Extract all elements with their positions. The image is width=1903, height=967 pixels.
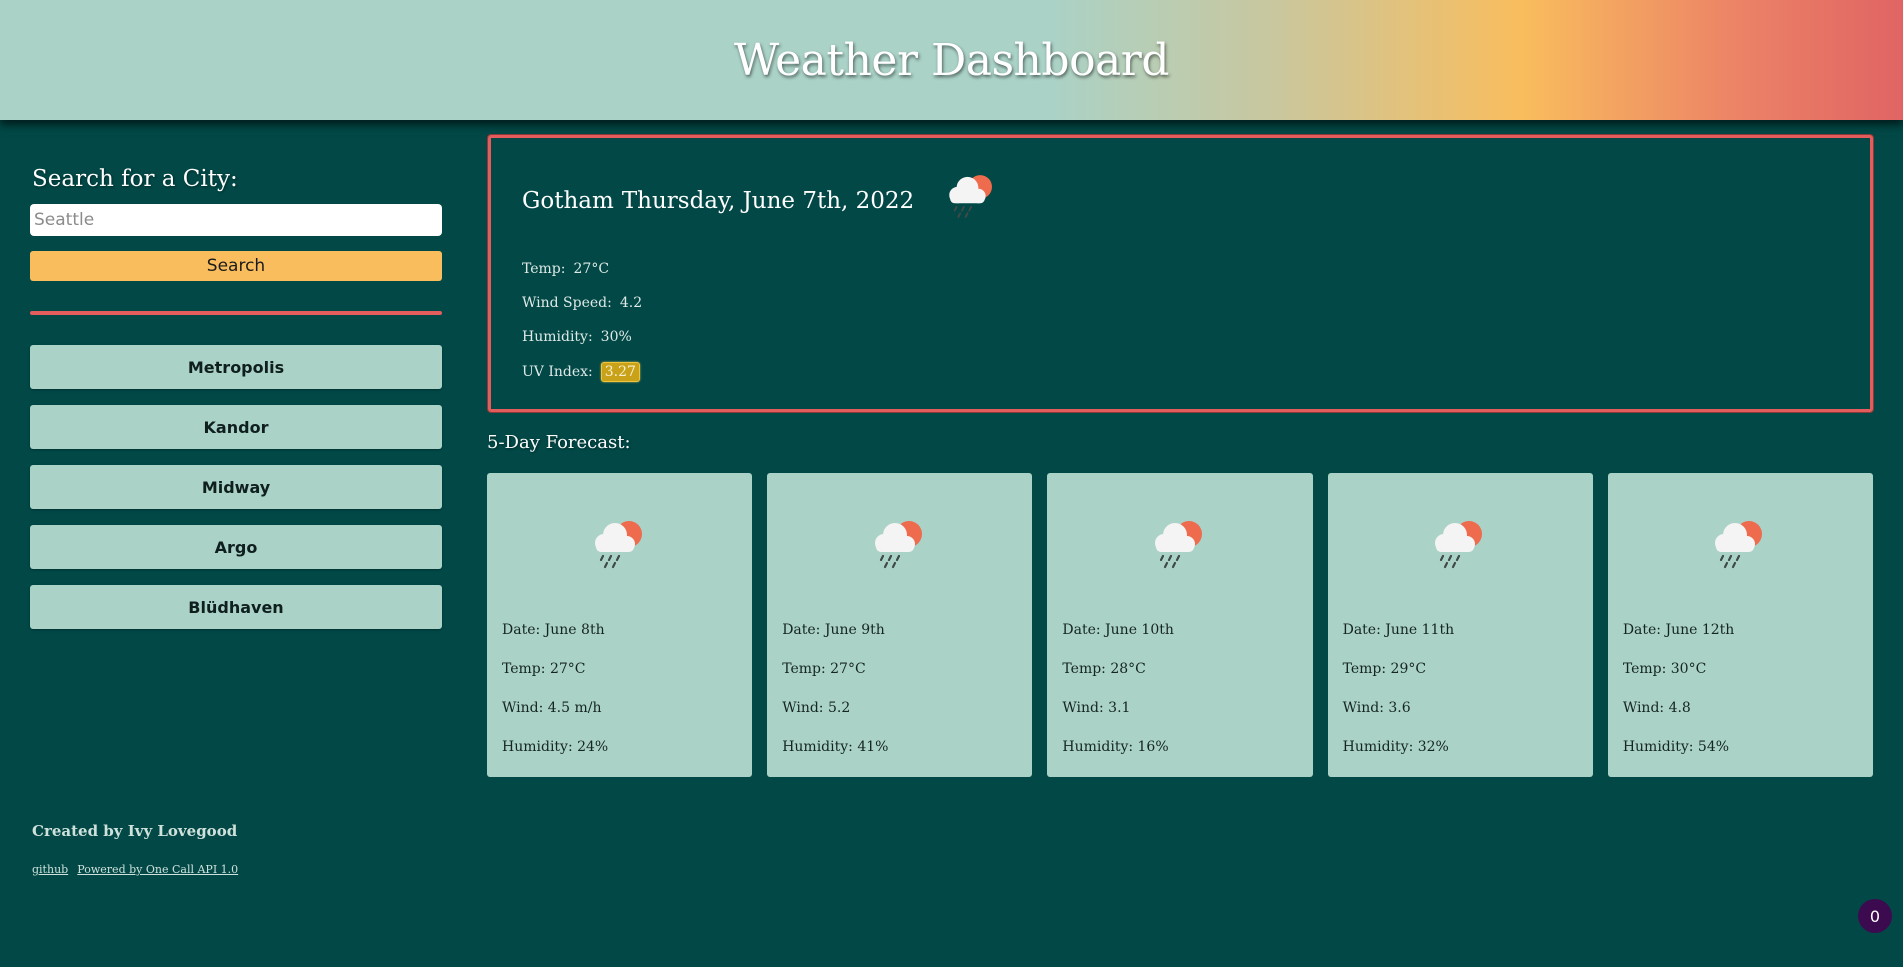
humidity-value: 30% xyxy=(600,329,632,345)
search-heading: Search for a City: xyxy=(32,166,238,192)
site-title: Weather Dashboard xyxy=(733,34,1170,86)
search-sidebar: Search for a City: Search Metropolis Kan… xyxy=(30,160,442,645)
forecast-wind: Wind: 5.2 xyxy=(782,700,851,716)
site-header: Weather Dashboard xyxy=(0,0,1903,120)
history-city-button[interactable]: Blüdhaven xyxy=(30,585,442,629)
github-link[interactable]: github xyxy=(32,863,68,876)
forecast-temp: Temp: 30°C xyxy=(1622,661,1707,677)
temp-label: Temp: xyxy=(522,261,566,277)
history-city-button[interactable]: Kandor xyxy=(30,405,442,449)
history-city-button[interactable]: Midway xyxy=(30,465,442,509)
humidity-label: Humidity: xyxy=(522,329,593,345)
current-weather-panel: Gotham Thursday, June 7th, 2022 Temp: 27°… xyxy=(488,135,1873,412)
forecast-wind: Wind: 4.5 m/h xyxy=(502,700,602,716)
forecast-humidity: Humidity: 54% xyxy=(1622,739,1730,755)
wind-label: Wind Speed: xyxy=(522,295,612,311)
rain-cloud-sun-icon xyxy=(867,515,933,577)
forecast-wind: Wind: 3.6 xyxy=(1342,700,1411,716)
forecast-card: Date: June 10th Temp: 28°C Wind: 3.1 Hum… xyxy=(1047,473,1313,777)
current-city: Gotham xyxy=(522,188,614,214)
footer-credit: Created by Ivy Lovegood xyxy=(32,822,238,840)
forecast-card: Date: June 8th Temp: 27°C Wind: 4.5 m/h … xyxy=(487,473,753,777)
uv-label: UV Index: xyxy=(522,364,593,380)
forecast-card: Date: June 12th Temp: 30°C Wind: 4.8 Hum… xyxy=(1607,473,1874,777)
notification-badge[interactable]: 0 xyxy=(1858,899,1892,933)
forecast-temp: Temp: 28°C xyxy=(1062,661,1146,677)
forecast-wind: Wind: 4.8 xyxy=(1622,700,1691,716)
uv-index-badge: 3.27 xyxy=(600,362,640,382)
rain-cloud-sun-icon xyxy=(1147,515,1213,577)
forecast-heading: 5-Day Forecast: xyxy=(487,432,631,453)
current-temp: Temp: 27°C xyxy=(522,261,609,277)
history-city-button[interactable]: Metropolis xyxy=(30,345,442,389)
wind-value: 4.2 xyxy=(619,295,643,311)
history-city-button[interactable]: Argo xyxy=(30,525,442,569)
api-credit-link[interactable]: Powered by One Call API 1.0 xyxy=(77,863,238,876)
forecast-date: Date: June 11th xyxy=(1342,622,1455,638)
forecast-card: Date: June 11th Temp: 29°C Wind: 3.6 Hum… xyxy=(1327,473,1593,777)
city-search-input[interactable] xyxy=(30,204,442,236)
site-footer: Created by Ivy Lovegood github Powered b… xyxy=(32,822,242,877)
footer-links: github Powered by One Call API 1.0 xyxy=(32,858,242,877)
sidebar-divider xyxy=(30,311,442,315)
forecast-date: Date: June 12th xyxy=(1622,622,1735,638)
forecast-temp: Temp: 27°C xyxy=(782,661,866,677)
search-button[interactable]: Search xyxy=(30,251,442,281)
forecast-date: Date: June 10th xyxy=(1062,622,1174,638)
forecast-humidity: Humidity: 24% xyxy=(502,739,609,755)
forecast-humidity: Humidity: 32% xyxy=(1342,739,1449,755)
rain-cloud-sun-icon xyxy=(1707,515,1773,577)
rain-cloud-sun-icon xyxy=(942,169,1002,229)
forecast-temp: Temp: 29°C xyxy=(1342,661,1427,677)
rain-cloud-sun-icon xyxy=(587,515,653,577)
forecast-date: Date: June 9th xyxy=(782,622,885,638)
current-weather-heading: Gotham Thursday, June 7th, 2022 xyxy=(522,173,1002,229)
search-history: Metropolis Kandor Midway Argo Blüdhaven xyxy=(30,345,442,629)
forecast-humidity: Humidity: 16% xyxy=(1062,739,1169,755)
forecast-card: Date: June 9th Temp: 27°C Wind: 5.2 Humi… xyxy=(767,473,1033,777)
temp-value: 27°C xyxy=(573,261,610,277)
current-humidity: Humidity: 30% xyxy=(522,329,632,345)
current-wind: Wind Speed: 4.2 xyxy=(522,295,642,311)
forecast-humidity: Humidity: 41% xyxy=(782,739,889,755)
forecast-wind: Wind: 3.1 xyxy=(1062,700,1131,716)
current-date: Thursday, June 7th, 2022 xyxy=(621,188,915,214)
forecast-date: Date: June 8th xyxy=(502,622,605,638)
current-uv: UV Index: 3.27 xyxy=(522,362,640,382)
rain-cloud-sun-icon xyxy=(1427,515,1493,577)
forecast-row: Date: June 8th Temp: 27°C Wind: 4.5 m/h … xyxy=(487,473,1874,777)
forecast-temp: Temp: 27°C xyxy=(502,661,586,677)
